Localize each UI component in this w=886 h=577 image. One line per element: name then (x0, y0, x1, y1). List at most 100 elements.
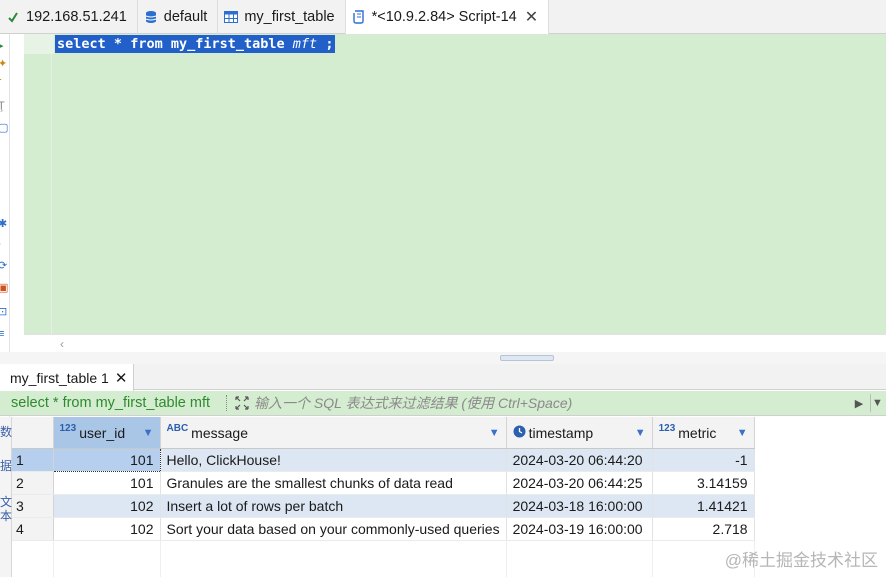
filter-input[interactable]: 输入一个 SQL 表达式来过滤结果 (使用 Ctrl+Space) (254, 393, 852, 413)
history-icon[interactable]: ⟳ (0, 260, 9, 272)
row-number[interactable]: 3 (12, 494, 54, 518)
cell-user-id[interactable]: 102 (53, 517, 161, 541)
table-row[interactable]: 4 102 Sort your data based on your commo… (12, 517, 755, 541)
sql-keyword: from (130, 36, 163, 52)
sort-dropdown-icon[interactable]: ▼ (635, 427, 646, 439)
sql-keyword: select (57, 36, 106, 52)
empty-cell (12, 563, 54, 577)
filter-history-icon[interactable]: ▼ (870, 394, 884, 412)
tab-connection[interactable]: 192.168.51.241 (0, 0, 138, 34)
editor-horizontal-scrollbar[interactable]: ‹ (24, 334, 886, 352)
close-icon[interactable]: ✕ (525, 7, 538, 27)
sort-dropdown-icon[interactable]: ▼ (489, 427, 500, 439)
column-name: user_id (79, 424, 126, 441)
cell-message[interactable]: Sort your data based on your commonly-us… (160, 517, 507, 541)
row-number-header[interactable] (12, 417, 54, 449)
splitter-grip-icon[interactable] (500, 355, 554, 361)
run-icon[interactable]: ▸ (0, 40, 9, 52)
sql-editor[interactable] (24, 34, 886, 334)
tab-table-my-first-table[interactable]: my_first_table (218, 0, 346, 34)
apply-filter-icon[interactable]: ▶ (852, 394, 866, 412)
table-row[interactable]: 1 101 Hello, ClickHouse! 2024-03-20 06:4… (12, 448, 755, 472)
cell-metric[interactable]: -1 (652, 448, 755, 472)
empty-row (12, 540, 755, 564)
row-number[interactable]: 2 (12, 471, 54, 495)
tab-database-default[interactable]: default (138, 0, 219, 34)
empty-cell (160, 540, 507, 564)
filter-controls: ▶ ▼ (852, 394, 886, 412)
filter-expand-icon[interactable] (234, 395, 250, 411)
divider (226, 395, 232, 411)
results-filter-bar: select * from my_first_table mft 输入一个 SQ… (0, 391, 886, 416)
more-icon[interactable]: · (0, 238, 9, 250)
side-label[interactable]: 文 (0, 495, 12, 509)
script-icon (352, 10, 366, 24)
empty-cell (12, 540, 54, 564)
cell-timestamp[interactable]: 2024-03-18 16:00:00 (506, 494, 653, 518)
tab-label: 192.168.51.241 (26, 9, 127, 25)
column-header-metric[interactable]: 123 metric ▼ (652, 417, 755, 449)
close-icon[interactable]: ✕ (115, 369, 128, 387)
export-icon[interactable]: ⊡ (0, 306, 9, 318)
cell-message[interactable]: Granules are the smallest chunks of data… (160, 471, 507, 495)
sort-dropdown-icon[interactable]: ▼ (737, 427, 748, 439)
results-grid: 123 user_id ▼ ABC message ▼ timestamp ▼ … (12, 417, 755, 577)
tab-results-my-first-table-1[interactable]: my_first_table 1 ✕ (0, 364, 135, 391)
settings-icon[interactable]: ✱ (0, 218, 9, 230)
output-icon[interactable]: ▢ (0, 122, 9, 134)
empty-cell (53, 540, 161, 564)
scroll-left-icon[interactable]: ‹ (60, 337, 64, 351)
sql-alias: mft (292, 36, 318, 52)
cell-user-id[interactable]: 102 (53, 494, 161, 518)
cell-user-id[interactable]: 101 (53, 471, 161, 495)
numeric-type-icon: 123 (59, 423, 77, 434)
cell-timestamp[interactable]: 2024-03-20 06:44:20 (506, 448, 653, 472)
grid-side-toolbar: 数 据 文 本 (0, 417, 12, 577)
column-header-message[interactable]: ABC message ▼ (160, 417, 507, 449)
connection-icon (6, 10, 20, 24)
empty-cell (506, 563, 653, 577)
cell-metric[interactable]: 3.14159 (652, 471, 755, 495)
table-row[interactable]: 2 101 Granules are the smallest chunks o… (12, 471, 755, 495)
tab-script-14[interactable]: *<10.9.2.84> Script-14 ✕ (345, 0, 550, 35)
table-row[interactable]: 3 102 Insert a lot of rows per batch 202… (12, 494, 755, 518)
cell-timestamp[interactable]: 2024-03-20 06:44:25 (506, 471, 653, 495)
empty-cell (160, 563, 507, 577)
cell-message[interactable]: Insert a lot of rows per batch (160, 494, 507, 518)
column-name: timestamp (528, 424, 594, 441)
cell-message[interactable]: Hello, ClickHouse! (160, 448, 507, 472)
empty-cell (53, 563, 161, 577)
tab-label: my_first_table (244, 9, 335, 25)
column-header-timestamp[interactable]: timestamp ▼ (506, 417, 653, 449)
cell-timestamp[interactable]: 2024-03-19 16:00:00 (506, 517, 653, 541)
cell-metric[interactable]: 1.41421 (652, 494, 755, 518)
side-label[interactable]: 据 (0, 459, 12, 473)
side-label[interactable]: 本 (0, 509, 12, 523)
column-name: message (191, 424, 248, 441)
table-icon (224, 10, 239, 24)
results-tab-label: my_first_table 1 (10, 369, 109, 386)
current-line-marker (24, 34, 54, 54)
panel-icon[interactable]: ≡ (0, 328, 9, 340)
execute-script-icon[interactable]: ✦ (0, 58, 9, 70)
cell-metric[interactable]: 2.718 (652, 517, 755, 541)
format-icon[interactable]: Ţ (0, 100, 9, 112)
editor-gutter (24, 34, 52, 334)
lock-icon[interactable]: ▣ (0, 282, 9, 294)
sql-star: * (113, 36, 123, 52)
sql-statement[interactable]: select * from my_first_table mft ; (55, 35, 336, 53)
clock-type-icon (513, 425, 526, 441)
sort-dropdown-icon[interactable]: ▼ (143, 427, 154, 439)
row-number[interactable]: 4 (12, 517, 54, 541)
column-header-user-id[interactable]: 123 user_id ▼ (53, 417, 161, 449)
numeric-type-icon: 123 (658, 423, 676, 434)
empty-row (12, 563, 755, 577)
explain-icon[interactable]: ʃ (0, 78, 9, 90)
tab-label: *<10.9.2.84> Script-14 (371, 9, 517, 25)
side-label[interactable]: 数 (0, 425, 12, 439)
empty-cell (506, 540, 653, 564)
tab-label: default (163, 9, 208, 25)
cell-user-id[interactable]: 101 (52, 448, 161, 472)
panel-splitter[interactable] (0, 352, 886, 364)
row-number[interactable]: 1 (12, 448, 54, 472)
